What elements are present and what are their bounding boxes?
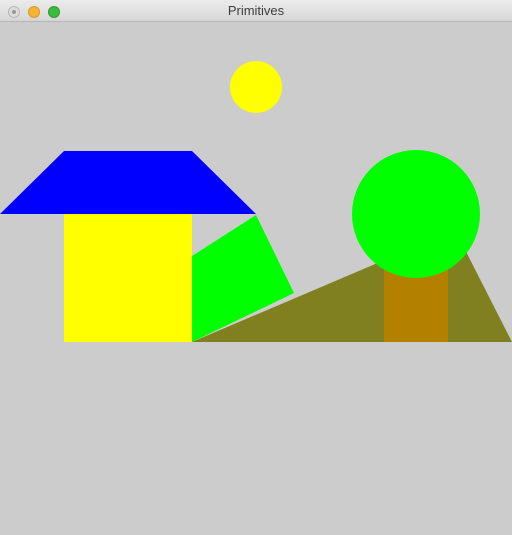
sun-circle (230, 61, 282, 113)
house-body (64, 214, 192, 342)
house-roof (0, 151, 256, 214)
title-bar[interactable]: Primitives (0, 0, 512, 22)
drawing-canvas (0, 61, 512, 342)
tree-canopy (352, 150, 480, 278)
app-window: Primitives (0, 0, 512, 535)
window-title: Primitives (227, 3, 285, 18)
